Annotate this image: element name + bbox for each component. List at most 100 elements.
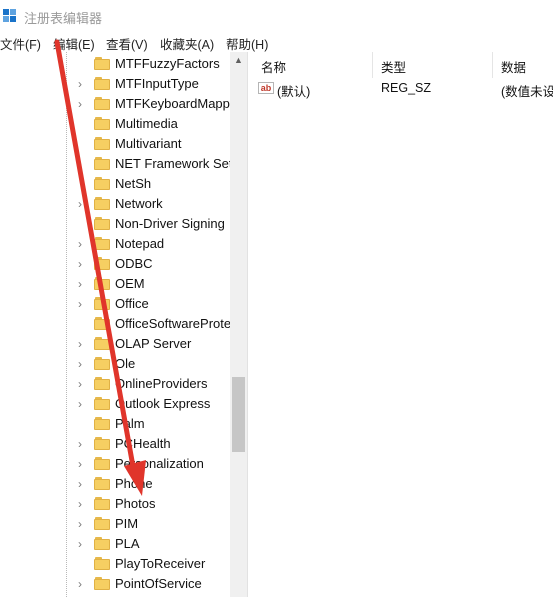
tree-item-label: Network	[115, 196, 163, 211]
column-header: 名称 类型 数据	[254, 52, 553, 78]
tree-item[interactable]: › Notepad	[0, 234, 230, 254]
chevron-right-icon[interactable]: ›	[78, 377, 88, 391]
tree-item-label: PCHealth	[115, 436, 171, 451]
menu-edit[interactable]: 编辑(E)	[53, 34, 95, 53]
folder-icon	[94, 77, 110, 90]
folder-icon	[94, 317, 110, 330]
tree-item[interactable]: › PIM	[0, 514, 230, 534]
tree-item-label: Multivariant	[115, 136, 182, 151]
tree-item[interactable]: › MTFKeyboardMappings	[0, 94, 233, 114]
folder-icon	[94, 497, 110, 510]
folder-icon	[94, 97, 110, 110]
registry-tree[interactable]: MTFFuzzyFactors › MTFInputType › MTFKeyboard…	[0, 52, 248, 597]
scroll-up-arrow-icon[interactable]: ▲	[230, 52, 247, 69]
folder-icon	[94, 477, 110, 490]
tree-item[interactable]: › NET Framework Setup	[0, 154, 233, 174]
menu-view[interactable]: 查看(V)	[106, 34, 148, 53]
tree-item[interactable]: Multivariant	[0, 134, 230, 154]
title-bar: 注册表编辑器	[0, 0, 553, 32]
folder-icon	[94, 537, 110, 550]
folder-icon	[94, 157, 110, 170]
tree-item-label: OfficeSoftwareProtectionPlatform	[115, 316, 233, 331]
chevron-right-icon[interactable]: ›	[78, 237, 88, 251]
tree-item[interactable]: › Ole	[0, 354, 230, 374]
chevron-right-icon[interactable]: ›	[78, 357, 88, 371]
tree-item-label: NET Framework Setup	[115, 156, 233, 171]
column-type[interactable]: 类型	[381, 57, 406, 76]
tree-item-label: MTFFuzzyFactors	[115, 56, 220, 71]
folder-icon	[94, 117, 110, 130]
chevron-right-icon[interactable]: ›	[78, 397, 88, 411]
chevron-right-icon[interactable]: ›	[78, 257, 88, 271]
tree-item-label: Notepad	[115, 236, 165, 251]
tree-scrollbar[interactable]: ▲	[230, 52, 247, 597]
folder-icon	[94, 577, 110, 590]
folder-icon	[94, 137, 110, 150]
folder-icon	[94, 257, 110, 270]
value-data: (数值未设置)	[501, 85, 553, 99]
values-list[interactable]: 名称 类型 数据 ab (默认) REG_SZ (数值未设置)	[254, 52, 553, 597]
folder-icon	[94, 277, 110, 290]
menu-file[interactable]: 文件(F)	[0, 34, 41, 53]
tree-item[interactable]: OfficeSoftwareProtectionPlatform	[0, 314, 233, 334]
menu-bar: 文件(F) 编辑(E) 查看(V) 收藏夹(A) 帮助(H)	[0, 32, 553, 52]
tree-item[interactable]: › PCHealth	[0, 434, 230, 454]
chevron-right-icon[interactable]: ›	[78, 197, 88, 211]
chevron-right-icon[interactable]: ›	[78, 457, 88, 471]
folder-icon	[94, 517, 110, 530]
tree-item[interactable]: › PLA	[0, 534, 230, 554]
tree-item[interactable]: PlayToReceiver	[0, 554, 230, 574]
chevron-right-icon[interactable]: ›	[78, 497, 88, 511]
menu-help[interactable]: 帮助(H)	[226, 34, 268, 53]
folder-icon	[94, 357, 110, 370]
chevron-right-icon[interactable]: ›	[78, 277, 88, 291]
chevron-right-icon[interactable]: ›	[78, 477, 88, 491]
column-data[interactable]: 数据	[501, 57, 526, 76]
tree-item-label: PLA	[115, 536, 140, 551]
tree-item[interactable]: › Personalization	[0, 454, 230, 474]
scroll-thumb[interactable]	[232, 377, 245, 452]
tree-item[interactable]: Palm	[0, 414, 230, 434]
column-divider[interactable]	[372, 52, 373, 78]
column-name[interactable]: 名称	[261, 57, 286, 76]
tree-item[interactable]: MTFFuzzyFactors	[0, 54, 230, 74]
tree-item[interactable]: › Network	[0, 194, 230, 214]
regedit-icon	[3, 9, 17, 23]
folder-icon	[94, 417, 110, 430]
chevron-right-icon[interactable]: ›	[78, 297, 88, 311]
tree-item-label: Palm	[115, 416, 145, 431]
tree-item[interactable]: Non-Driver Signing	[0, 214, 230, 234]
chevron-right-icon[interactable]: ›	[78, 337, 88, 351]
tree-item[interactable]: › PointOfService	[0, 574, 230, 594]
folder-icon	[94, 197, 110, 210]
tree-item-label: OnlineProviders	[115, 376, 208, 391]
chevron-right-icon[interactable]: ›	[78, 517, 88, 531]
tree-item[interactable]: › Phone	[0, 474, 230, 494]
tree-item[interactable]: › OnlineProviders	[0, 374, 230, 394]
tree-item[interactable]: Multimedia	[0, 114, 230, 134]
value-row[interactable]: ab (默认) REG_SZ (数值未设置)	[254, 78, 553, 99]
chevron-right-icon[interactable]: ›	[78, 157, 88, 171]
tree-item[interactable]: › OEM	[0, 274, 230, 294]
folder-icon	[94, 177, 110, 190]
tree-item[interactable]: › Office	[0, 294, 230, 314]
tree-item[interactable]: › Photos	[0, 494, 230, 514]
tree-item[interactable]: › Outlook Express	[0, 394, 230, 414]
tree-item[interactable]: › ODBC	[0, 254, 230, 274]
tree-item[interactable]: › OLAP Server	[0, 334, 230, 354]
menu-favorites[interactable]: 收藏夹(A)	[160, 34, 214, 53]
tree-item-label: PIM	[115, 516, 139, 531]
chevron-right-icon[interactable]: ›	[78, 97, 88, 111]
tree-item[interactable]: › MTFInputType	[0, 74, 230, 94]
folder-icon	[94, 397, 110, 410]
tree-item-label: ODBC	[115, 256, 153, 271]
folder-icon	[94, 337, 110, 350]
folder-icon	[94, 457, 110, 470]
tree-item-label: NetSh	[115, 176, 152, 191]
chevron-right-icon[interactable]: ›	[78, 77, 88, 91]
chevron-right-icon[interactable]: ›	[78, 577, 88, 591]
column-divider[interactable]	[492, 52, 493, 78]
tree-item[interactable]: NetSh	[0, 174, 230, 194]
chevron-right-icon[interactable]: ›	[78, 537, 88, 551]
chevron-right-icon[interactable]: ›	[78, 437, 88, 451]
